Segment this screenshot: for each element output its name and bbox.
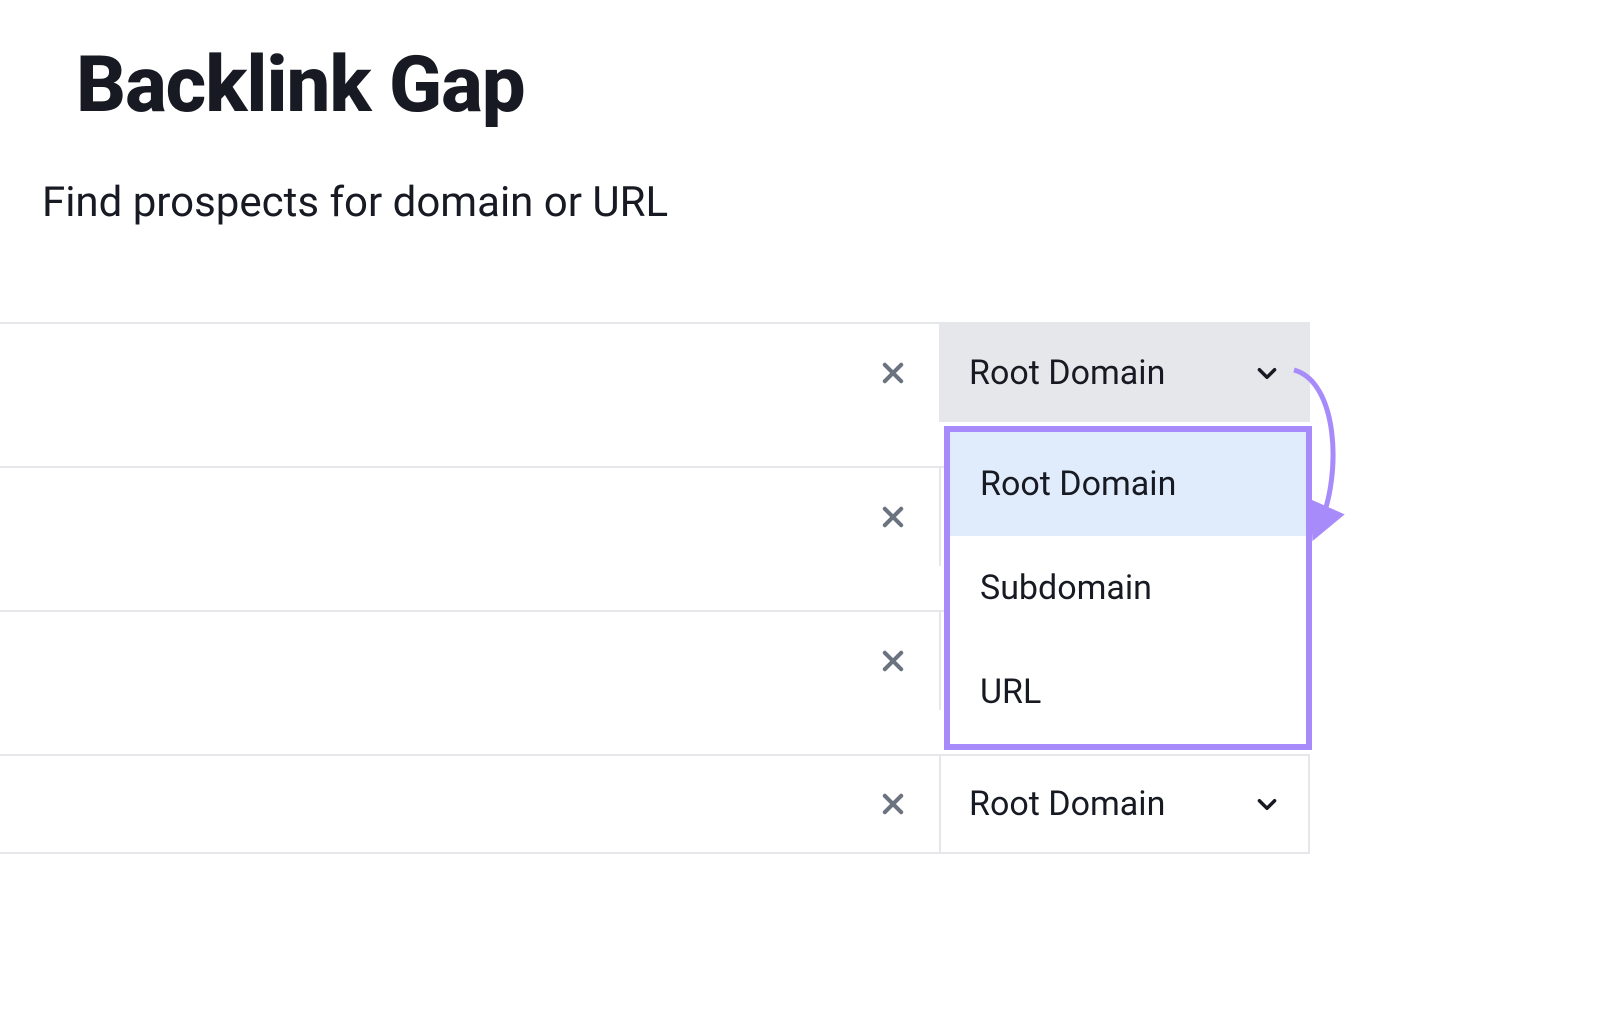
type-select[interactable]: Root Domain [941, 324, 1308, 422]
page-subtitle: Find prospects for domain or URL [42, 178, 668, 227]
type-option-subdomain[interactable]: Subdomain [950, 536, 1306, 640]
clear-input-button[interactable] [871, 639, 915, 683]
type-select[interactable]: Root Domain [941, 756, 1308, 852]
close-icon [879, 359, 907, 387]
competitor-input-cell[interactable] [0, 612, 941, 710]
type-option-label: URL [980, 672, 1041, 712]
chevron-down-icon [1254, 360, 1280, 386]
clear-input-button[interactable] [871, 351, 915, 395]
chevron-down-icon [1254, 791, 1280, 817]
competitor-input-cell[interactable] [0, 756, 941, 852]
type-option-label: Root Domain [980, 464, 1176, 504]
type-option-label: Subdomain [980, 568, 1152, 608]
close-icon [879, 647, 907, 675]
competitor-row: Root Domain [0, 322, 1310, 422]
clear-input-button[interactable] [871, 782, 915, 826]
clear-input-button[interactable] [871, 495, 915, 539]
type-dropdown[interactable]: Root Domain Subdomain URL [944, 426, 1312, 750]
type-option-root-domain[interactable]: Root Domain [950, 432, 1306, 536]
close-icon [879, 503, 907, 531]
competitor-input-cell[interactable] [0, 324, 941, 422]
type-option-url[interactable]: URL [950, 640, 1306, 744]
page-title: Backlink Gap [76, 40, 525, 131]
type-select-label: Root Domain [969, 353, 1254, 393]
close-icon [879, 790, 907, 818]
competitor-input-cell[interactable] [0, 468, 941, 566]
type-select-label: Root Domain [969, 784, 1254, 824]
competitor-row: Root Domain [0, 754, 1310, 854]
